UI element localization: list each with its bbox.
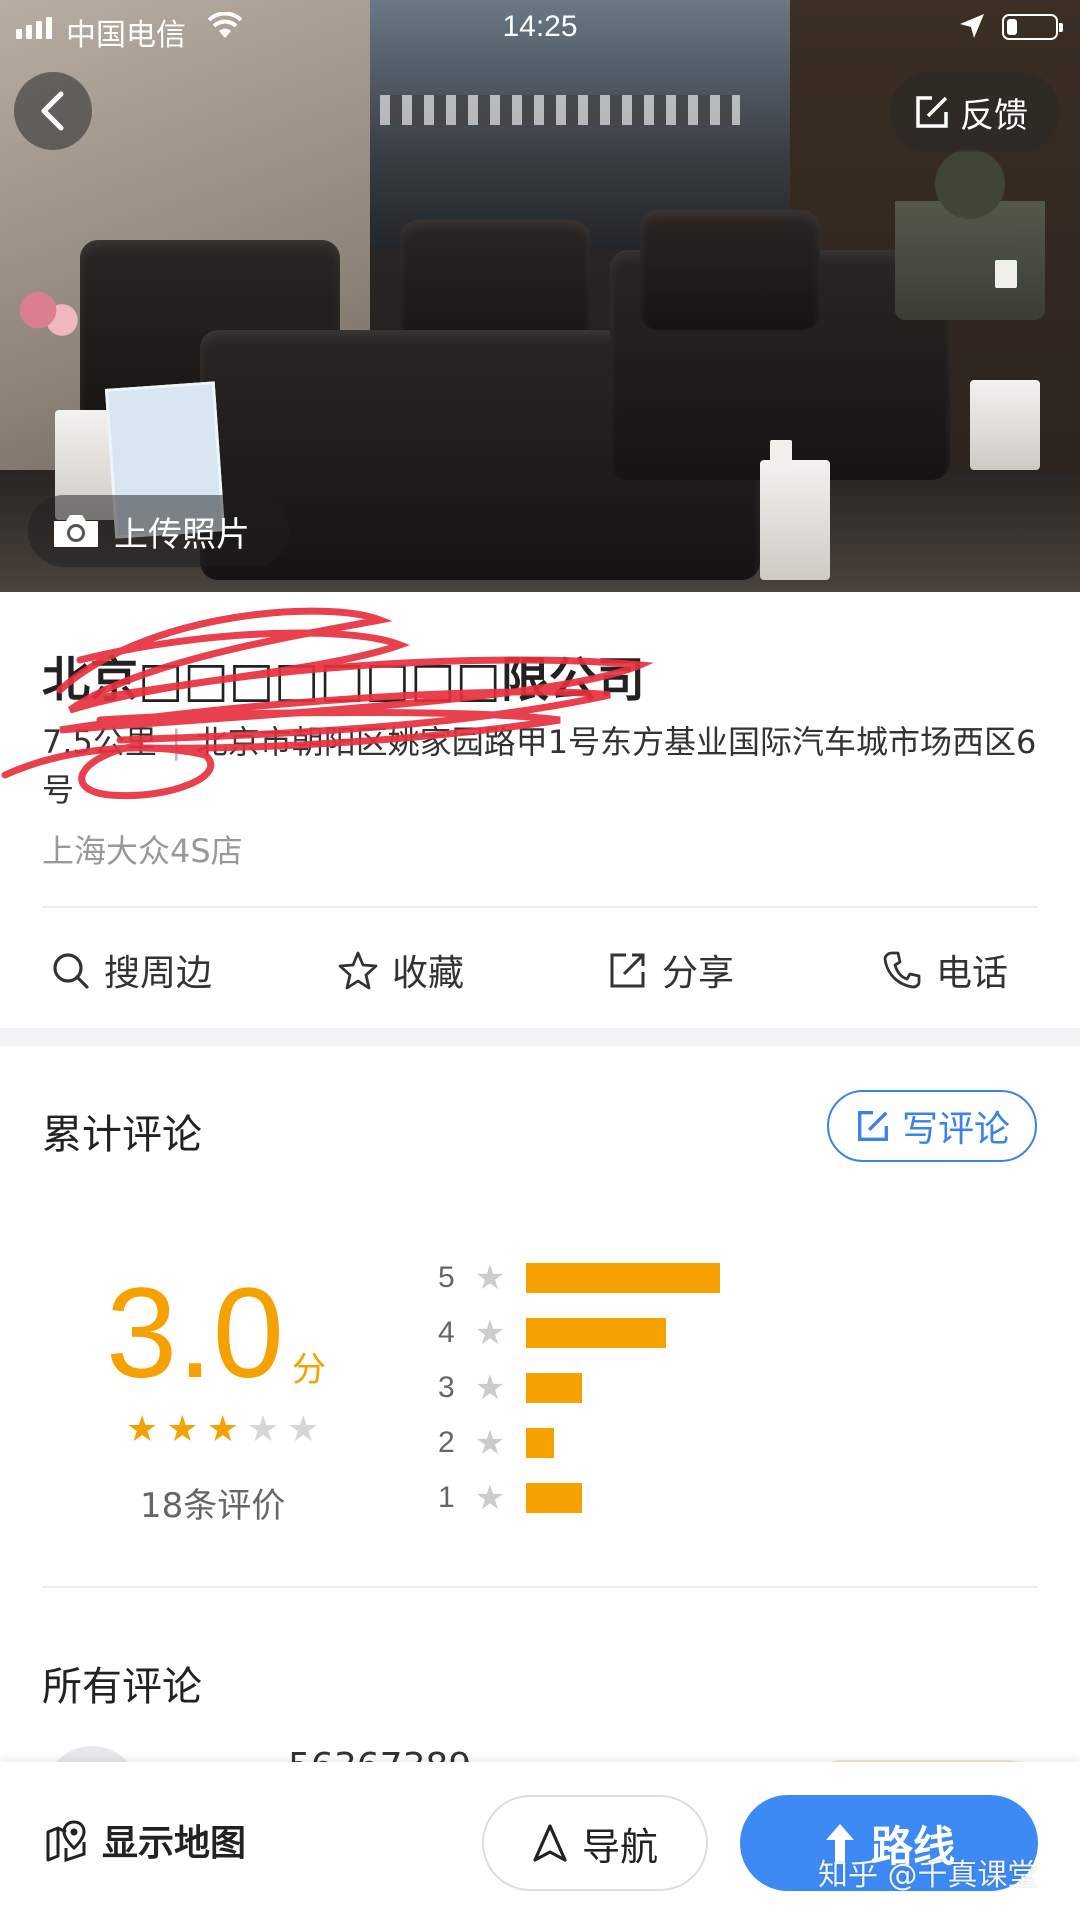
share-label: 分享 xyxy=(662,953,735,994)
rating-bar xyxy=(526,1483,582,1513)
write-review-button[interactable]: 写评论 xyxy=(827,1090,1037,1162)
location-arrow-icon xyxy=(960,14,984,38)
status-bar: 中国电信 14:25 xyxy=(0,0,1080,54)
navigation-arrow-icon xyxy=(533,1824,567,1862)
map-pin-icon xyxy=(46,1820,86,1862)
edit-icon xyxy=(916,96,948,128)
chevron-left-icon xyxy=(41,91,64,131)
battery-level xyxy=(1007,19,1017,35)
navigate-button[interactable]: 导航 xyxy=(482,1795,708,1891)
photo-side-table xyxy=(760,460,830,580)
rating-score: 3.0 xyxy=(106,1262,284,1405)
star-outline-icon xyxy=(338,951,378,990)
star-icon: ★ xyxy=(474,1313,506,1353)
rating-bar xyxy=(526,1428,554,1458)
review-summary-title: 累计评论 xyxy=(42,1112,202,1158)
search-nearby-label: 搜周边 xyxy=(104,953,213,994)
divider xyxy=(42,1586,1038,1588)
edit-icon xyxy=(858,1111,888,1141)
rating-row-2: 2 ★ xyxy=(438,1423,554,1463)
photo-window-railing xyxy=(380,95,740,125)
rating-row-1: 1 ★ xyxy=(438,1478,582,1518)
star-filled-icon: ★ xyxy=(126,1409,159,1450)
rating-bar xyxy=(526,1373,582,1403)
back-button[interactable] xyxy=(14,72,92,150)
star-empty-icon: ★ xyxy=(246,1409,280,1450)
phone-label: 电话 xyxy=(936,953,1009,994)
photo-person xyxy=(895,150,1045,320)
place-name: 北京□□□□□□□□限公司 xyxy=(42,652,645,708)
rating-row-label: 2 xyxy=(438,1426,455,1459)
star-icon: ★ xyxy=(474,1368,506,1408)
rating-row-5: 5 ★ xyxy=(438,1258,720,1298)
star-icon: ★ xyxy=(474,1478,506,1518)
watermark: 知乎 @千真课堂 xyxy=(818,1858,1038,1893)
feedback-button[interactable]: 反馈 xyxy=(890,72,1060,152)
camera-icon xyxy=(54,515,98,547)
share-icon xyxy=(610,953,645,988)
search-icon xyxy=(53,953,89,989)
battery-icon xyxy=(1002,14,1063,40)
rating-row-label: 5 xyxy=(438,1261,455,1294)
place-address[interactable]: 北京市朝阳区姚家园路甲1号东方基业国际汽车城市场西区6号 xyxy=(42,723,1036,809)
upload-photo-button[interactable]: 上传照片 xyxy=(28,495,290,567)
feedback-label: 反馈 xyxy=(960,95,1028,136)
place-distance: 7.5公里 xyxy=(42,723,157,761)
photo-armchair xyxy=(640,210,820,330)
show-map-button[interactable]: 显示地图 xyxy=(44,1814,246,1866)
rating-score-unit: 分 xyxy=(292,1350,326,1390)
section-separator xyxy=(0,1028,1080,1046)
rating-bar xyxy=(526,1263,720,1293)
rating-row-4: 4 ★ xyxy=(438,1313,666,1353)
review-count: 18条评价 xyxy=(140,1486,286,1526)
favorite-label: 收藏 xyxy=(392,953,465,994)
rating-row-label: 1 xyxy=(438,1481,455,1514)
star-filled-icon: ★ xyxy=(206,1409,239,1450)
show-map-label: 显示地图 xyxy=(102,1823,247,1864)
phone-icon xyxy=(883,951,921,989)
favorite-button[interactable]: 收藏 xyxy=(338,930,464,1010)
rating-stars: ★ ★ ★ ★ ★ xyxy=(126,1412,319,1448)
photo-cup xyxy=(770,440,792,468)
status-time: 14:25 xyxy=(502,10,578,43)
star-icon: ★ xyxy=(474,1423,506,1463)
photo-flowers xyxy=(20,290,80,340)
star-filled-icon: ★ xyxy=(166,1409,199,1450)
star-empty-icon: ★ xyxy=(287,1409,320,1450)
rating-row-label: 3 xyxy=(438,1371,455,1404)
divider: | xyxy=(170,723,182,761)
rating-row-label: 4 xyxy=(438,1316,455,1349)
place-address-line: 7.5公里 | 北京市朝阳区姚家园路甲1号东方基业国际汽车城市场西区6号 xyxy=(42,718,1042,814)
search-nearby-button[interactable]: 搜周边 xyxy=(50,930,212,1010)
action-row: 搜周边 收藏 分享 电话 xyxy=(0,930,1080,1010)
upload-photo-label: 上传照片 xyxy=(114,514,250,555)
rating-row-3: 3 ★ xyxy=(438,1368,582,1408)
bottom-action-bar: 显示地图 导航 路线 xyxy=(0,1762,1080,1920)
photo-side-table xyxy=(970,380,1040,470)
all-reviews-title: 所有评论 xyxy=(42,1664,202,1710)
rating-bar xyxy=(526,1318,666,1348)
star-icon: ★ xyxy=(474,1258,506,1298)
navigate-label: 导航 xyxy=(581,1824,658,1869)
share-button[interactable]: 分享 xyxy=(608,930,734,1010)
place-detail-screen: 中国电信 14:25 反馈 上传照片 北京□□□□□□□□限公司 7.5公里 |… xyxy=(0,0,1080,1920)
divider xyxy=(42,906,1038,908)
photo-cup xyxy=(995,260,1017,288)
write-review-label: 写评论 xyxy=(901,1109,1010,1150)
phone-button[interactable]: 电话 xyxy=(882,930,1008,1010)
place-category: 上海大众4S店 xyxy=(42,832,243,870)
